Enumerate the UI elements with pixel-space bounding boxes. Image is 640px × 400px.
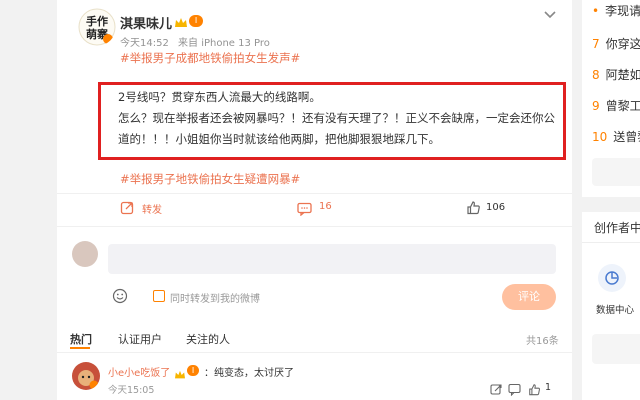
data-center-label[interactable]: 数据中心: [596, 302, 634, 316]
divider: [57, 226, 572, 227]
rank-number: 7: [592, 37, 600, 51]
comment-time: 今天15:05: [108, 385, 155, 396]
hot-search-item[interactable]: 10 送曾黎: [592, 128, 640, 145]
hot-search-item[interactable]: • 李现请: [592, 2, 640, 19]
comment-icon: [297, 201, 312, 220]
comment-action[interactable]: 16: [297, 200, 347, 217]
chevron-down-icon[interactable]: [543, 5, 557, 19]
divider: [582, 242, 640, 243]
rank-text: 你穿这: [605, 37, 640, 51]
repost-button[interactable]: 转发: [120, 200, 180, 216]
rank-text: 李现请: [605, 4, 640, 18]
comment-input[interactable]: [108, 244, 556, 274]
comment-text: ：纯变态，太讨厌了: [204, 368, 294, 379]
tab-verified[interactable]: 认证用户: [118, 331, 162, 347]
content-line-3: 道的！！！小姐姐你当时就该给他两脚，把他脚狠狠地踩几下。: [118, 132, 440, 146]
data-center-icon[interactable]: [598, 264, 626, 292]
post-time: 今天14:52: [120, 38, 169, 49]
reply-icon[interactable]: [508, 381, 521, 400]
rank-number: 9: [592, 99, 600, 113]
level-badge: Ⅰ: [189, 15, 203, 27]
forward-label: 同时转发到我的微博: [170, 294, 260, 305]
vip-crown-icon: [174, 14, 188, 27]
creator-more-button[interactable]: [592, 334, 640, 364]
hot-search-item[interactable]: 7 你穿这: [592, 35, 640, 52]
thumbs-up-icon: [466, 200, 481, 219]
view-more-button[interactable]: [592, 158, 640, 186]
my-avatar: [72, 241, 98, 267]
comment-total: 共16条: [526, 336, 559, 347]
hot-search-item[interactable]: 9 曾黎工: [592, 97, 640, 114]
rank-text: 送曾黎: [613, 130, 640, 144]
divider: [57, 193, 572, 194]
rank-text: 曾黎工: [605, 99, 640, 113]
level-badge: Ⅰ: [187, 365, 199, 376]
repost-label: 转发: [142, 205, 162, 216]
comment-submit-button[interactable]: 评论: [502, 284, 556, 310]
like-action[interactable]: 106: [466, 200, 516, 216]
emoji-icon[interactable]: [112, 288, 128, 308]
hashtag-top[interactable]: #举报男子成都地铁偷拍女生发声#: [120, 50, 300, 66]
hot-search-item[interactable]: 8 阿楚如: [592, 66, 640, 83]
creator-center: 创作者中 数据中心: [582, 212, 640, 400]
rank-number: •: [592, 4, 600, 18]
divider: [57, 352, 572, 353]
tab-hot[interactable]: 热门: [70, 331, 92, 347]
commenter-avatar[interactable]: [72, 362, 100, 390]
post-source: 来自 iPhone 13 Pro: [178, 38, 270, 49]
hot-search-list: • 李现请 7 你穿这 8 阿楚如 9 曾黎工 10 送曾黎: [582, 0, 640, 197]
tab-hot-underline: [70, 347, 90, 349]
tab-following[interactable]: 关注的人: [186, 331, 230, 347]
like-count: 106: [486, 202, 506, 213]
verified-icon: [87, 35, 105, 53]
content-line-1: 2号线吗？贯穿东西人流最大的线路啊。: [118, 90, 321, 104]
comment-count: 16: [319, 201, 332, 212]
svg-text:手作: 手作: [86, 14, 108, 28]
creator-center-title: 创作者中: [594, 221, 640, 235]
right-sidebar: • 李现请 7 你穿这 8 阿楚如 9 曾黎工 10 送曾黎 创作者中 数据中心: [582, 0, 640, 400]
comment-like-count: 1: [545, 382, 552, 393]
comment-like-button[interactable]: 1: [528, 381, 556, 396]
rank-text: 阿楚如: [605, 68, 640, 82]
content-line-2: 怎么？现在举报者还会被网暴吗？！还有没有天理了？！正义不会缺席，一定会还你公: [118, 111, 555, 125]
commenter-username[interactable]: 小e小e吃饭了: [108, 364, 170, 379]
repost-icon: [120, 200, 135, 219]
thumbs-up-icon: [528, 381, 541, 400]
rank-number: 10: [592, 130, 608, 144]
author-username[interactable]: 淇果味儿: [120, 13, 172, 32]
vip-crown-icon: [174, 365, 186, 379]
rank-number: 8: [592, 68, 600, 82]
share-icon[interactable]: [490, 381, 503, 400]
hashtag-bottom[interactable]: #举报男子地铁偷拍女生疑遭网暴#: [120, 171, 300, 187]
post-meta: 今天14:52 来自 iPhone 13 Pro: [120, 34, 270, 49]
forward-checkbox[interactable]: [153, 290, 165, 302]
